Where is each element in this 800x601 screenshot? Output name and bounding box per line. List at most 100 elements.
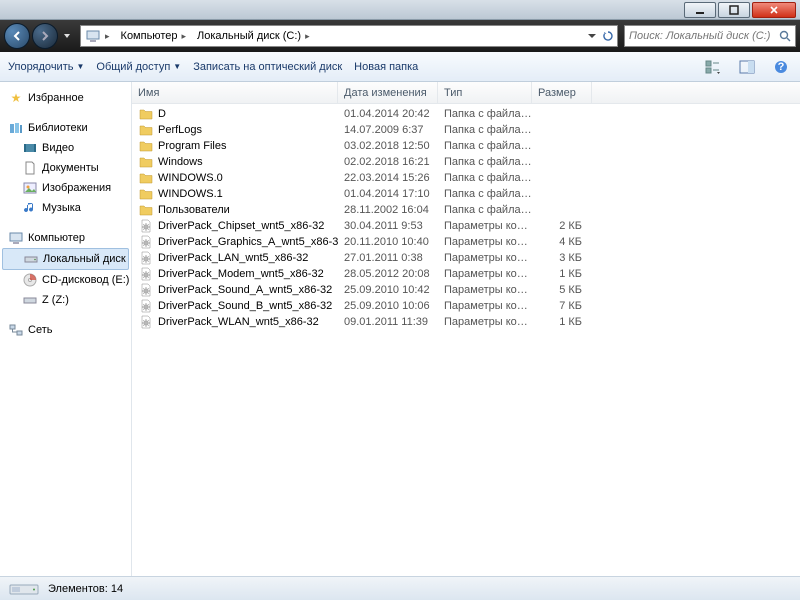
column-headers: Имя Дата изменения Тип Размер [132,82,800,104]
view-options-button[interactable] [702,56,724,78]
search-icon[interactable] [779,30,791,42]
breadcrumb-computer[interactable]: Компьютер▸ [117,26,193,46]
pictures-icon [22,180,38,196]
file-name: WINDOWS.1 [158,188,223,200]
file-date: 30.04.2011 9:53 [338,220,438,232]
breadcrumb-root[interactable]: ▸ [81,26,117,46]
file-row[interactable]: DriverPack_Graphics_A_wnt5_x86-3220.11.2… [132,234,800,250]
file-type: Папка с файлами [438,140,532,152]
file-rows: D01.04.2014 20:42Папка с файламиPerfLogs… [132,104,800,576]
column-size[interactable]: Размер [532,82,592,103]
sidebar-item-pictures[interactable]: Изображения [0,178,131,198]
file-date: 14.07.2009 6:37 [338,124,438,136]
file-name: DriverPack_Sound_A_wnt5_x86-32 [158,284,332,296]
search-box[interactable] [624,25,796,47]
column-name[interactable]: Имя [132,82,338,103]
drive-icon [22,292,38,308]
settings-file-icon [138,298,154,314]
file-row[interactable]: DriverPack_WLAN_wnt5_x86-32 09.01.2011 11… [132,314,800,330]
organize-menu[interactable]: Упорядочить▼ [8,61,84,73]
sidebar-item-video[interactable]: Видео [0,138,131,158]
sidebar-item-cd-drive[interactable]: CD-дисковод (E:) Co [0,270,131,290]
file-row[interactable]: Пользователи28.11.2002 16:04Папка с файл… [132,202,800,218]
search-input[interactable] [629,30,775,42]
preview-pane-button[interactable] [736,56,758,78]
file-name: DriverPack_Modem_wnt5_x86-32 [158,268,324,280]
back-button[interactable] [4,23,30,49]
column-type[interactable]: Тип [438,82,532,103]
favorites-group[interactable]: ★Избранное [0,88,131,108]
file-row[interactable]: WINDOWS.022.03.2014 15:26Папка с файлами [132,170,800,186]
new-folder-button[interactable]: Новая папка [354,61,418,73]
libraries-group[interactable]: Библиотеки [0,118,131,138]
settings-file-icon [138,250,154,266]
file-name: DriverPack_LAN_wnt5_x86-32 [158,252,308,264]
file-date: 03.02.2018 12:50 [338,140,438,152]
file-row[interactable]: DriverPack_Sound_A_wnt5_x86-32 25.09.2010… [132,282,800,298]
file-size: 2 КБ [532,220,592,232]
network-icon [8,322,24,338]
file-size: 7 КБ [532,300,592,312]
libraries-icon [8,120,24,136]
status-bar: Элементов: 14 [0,576,800,600]
folder-icon [138,186,154,202]
minimize-button[interactable] [684,2,716,18]
column-date[interactable]: Дата изменения [338,82,438,103]
burn-button[interactable]: Записать на оптический диск [193,61,342,73]
file-name: DriverPack_Chipset_wnt5_x86-32 [158,220,324,232]
sidebar-item-local-disk[interactable]: Локальный диск (C [2,248,129,270]
file-name: Windows [158,156,203,168]
file-type: Параметры конф... [438,300,532,312]
settings-file-icon [138,234,154,250]
history-dropdown[interactable] [60,26,74,46]
file-row[interactable]: D01.04.2014 20:42Папка с файлами [132,106,800,122]
close-button[interactable] [752,2,796,18]
file-row[interactable]: DriverPack_Chipset_wnt5_x86-32 30.04.2011… [132,218,800,234]
file-row[interactable]: Windows02.02.2018 16:21Папка с файлами [132,154,800,170]
file-name: DriverPack_Sound_B_wnt5_x86-32 [158,300,332,312]
file-size: 4 КБ [532,236,592,248]
music-icon [22,200,38,216]
file-type: Параметры конф... [438,236,532,248]
svg-text:?: ? [778,61,785,73]
file-name: Пользователи [158,204,230,216]
file-date: 22.03.2014 15:26 [338,172,438,184]
file-row[interactable]: PerfLogs 14.07.2009 6:37Папка с файлами [132,122,800,138]
file-list-pane: Имя Дата изменения Тип Размер D01.04.201… [132,82,800,576]
help-button[interactable]: ? [770,56,792,78]
settings-file-icon [138,282,154,298]
star-icon: ★ [8,90,24,106]
sidebar-item-documents[interactable]: Документы [0,158,131,178]
sidebar-item-z-drive[interactable]: Z (Z:) [0,290,131,310]
file-type: Папка с файлами [438,124,532,136]
file-name: DriverPack_WLAN_wnt5_x86-32 [158,316,319,328]
file-row[interactable]: WINDOWS.101.04.2014 17:10Папка с файлами [132,186,800,202]
file-size: 3 КБ [532,252,592,264]
forward-button[interactable] [32,23,58,49]
maximize-button[interactable] [718,2,750,18]
file-row[interactable]: DriverPack_LAN_wnt5_x86-32 27.01.2011 0:3… [132,250,800,266]
file-row[interactable]: DriverPack_Modem_wnt5_x86-3228.05.2012 2… [132,266,800,282]
network-group[interactable]: Сеть [0,320,131,340]
breadcrumb-drive[interactable]: Локальный диск (C:)▸ [193,26,317,46]
dropdown-icon[interactable] [587,31,597,41]
file-date: 27.01.2011 0:38 [338,252,438,264]
drive-icon [23,251,39,267]
share-menu[interactable]: Общий доступ▼ [96,61,181,73]
video-icon [22,140,38,156]
cd-icon [22,272,38,288]
computer-group[interactable]: Компьютер [0,228,131,248]
file-date: 25.09.2010 10:42 [338,284,438,296]
file-row[interactable]: DriverPack_Sound_B_wnt5_x86-3225.09.2010… [132,298,800,314]
computer-icon [85,28,101,44]
file-date: 01.04.2014 17:10 [338,188,438,200]
folder-icon [138,122,154,138]
file-name: PerfLogs [158,124,202,136]
file-type: Папка с файлами [438,108,532,120]
sidebar-item-music[interactable]: Музыка [0,198,131,218]
file-type: Параметры конф... [438,284,532,296]
refresh-icon[interactable] [603,31,613,41]
address-bar[interactable]: ▸ Компьютер▸ Локальный диск (C:)▸ [80,25,618,47]
file-date: 09.01.2011 11:39 [338,316,438,328]
file-row[interactable]: Program Files03.02.2018 12:50Папка с фай… [132,138,800,154]
